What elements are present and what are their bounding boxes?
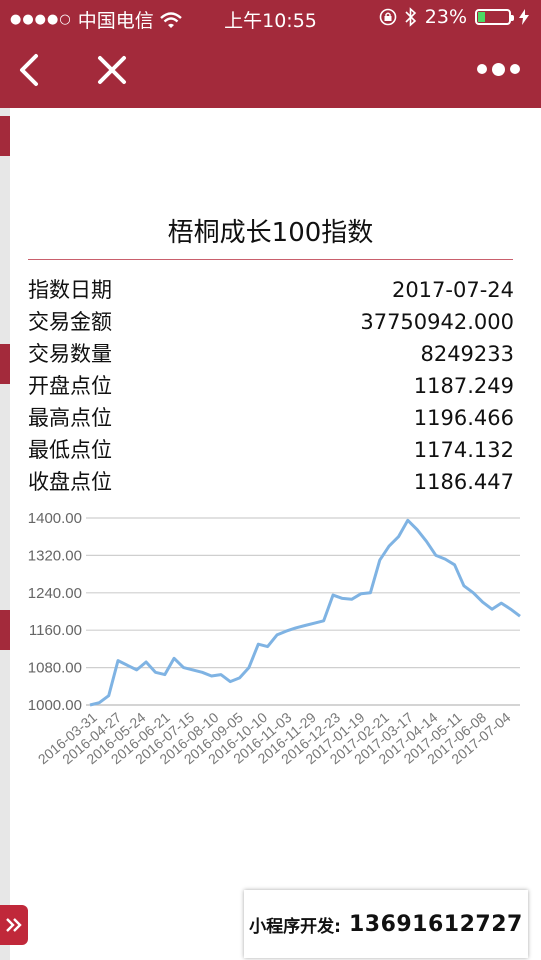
more-icon-dot [492, 62, 505, 76]
y-tick-label: 1000.00 [28, 697, 82, 714]
row-value: 2017-07-24 [391, 278, 514, 302]
more-button[interactable] [477, 54, 525, 84]
info-row-open: 开盘点位 1187.249 [28, 370, 514, 402]
chart-svg: 1000.00 1080.00 1160.00 1240.00 1320.00 1400.… [28, 510, 521, 767]
charging-icon [519, 9, 529, 25]
row-label: 交易金额 [28, 310, 112, 334]
promo-contact-box[interactable]: 小程序开发: 13691612727 [244, 890, 528, 958]
rotation-lock-icon [379, 8, 397, 26]
info-row-volume: 交易数量 8249233 [28, 338, 514, 370]
status-bar: ●●●●○ 中国电信 上午10:55 23% [0, 0, 541, 36]
index-line-chart: 1000.00 1080.00 1160.00 1240.00 1320.00 1400.… [14, 505, 526, 795]
y-tick-label: 1240.00 [28, 585, 82, 602]
row-value: 1196.466 [413, 406, 514, 430]
info-row-low: 最低点位 1174.132 [28, 434, 514, 466]
row-value: 1186.447 [413, 470, 514, 494]
row-label: 最高点位 [28, 406, 112, 430]
left-edge-strip [0, 108, 10, 960]
y-tick-label: 1160.00 [29, 622, 82, 639]
expand-side-button[interactable] [0, 905, 28, 945]
edge-marker [0, 344, 10, 384]
row-value: 37750942.000 [360, 310, 514, 334]
series-line [89, 518, 521, 707]
info-row-amount: 交易金额 37750942.000 [28, 306, 514, 338]
row-value: 8249233 [420, 342, 514, 366]
more-icon-dot [477, 64, 487, 74]
close-icon [98, 56, 126, 84]
nav-bar [0, 36, 541, 108]
back-button[interactable] [14, 48, 54, 92]
y-tick-label: 1320.00 [28, 547, 82, 564]
info-row-close: 收盘点位 1186.447 [28, 466, 514, 498]
promo-label: 小程序开发: [249, 916, 341, 937]
row-label: 开盘点位 [28, 374, 112, 398]
row-value: 1187.249 [413, 374, 514, 398]
info-row-date: 指数日期 2017-07-24 [28, 274, 514, 306]
promo-phone: 13691612727 [348, 911, 523, 937]
title-divider [28, 259, 513, 260]
battery-percent: 23% [424, 6, 467, 28]
bluetooth-icon [405, 7, 416, 27]
page-title: 梧桐成长100指数 [167, 218, 374, 248]
index-info-list: 指数日期 2017-07-24 交易金额 37750942.000 交易数量 8… [28, 274, 514, 498]
y-tick-label: 1080.00 [28, 660, 82, 677]
edge-marker [0, 116, 10, 156]
battery-fill [478, 12, 485, 22]
row-label: 收盘点位 [28, 470, 112, 494]
row-label: 最低点位 [28, 438, 112, 462]
battery-icon [475, 9, 514, 25]
close-button[interactable] [92, 50, 132, 90]
back-icon [20, 54, 38, 86]
double-chevron-right-icon [6, 918, 22, 932]
row-label: 交易数量 [28, 342, 112, 366]
y-tick-label: 1400.00 [28, 510, 82, 527]
status-right: 23% [379, 6, 529, 28]
more-icon-dot [510, 64, 520, 74]
row-label: 指数日期 [28, 278, 112, 302]
row-value: 1174.132 [413, 438, 514, 462]
info-row-high: 最高点位 1196.466 [28, 402, 514, 434]
edge-marker [0, 610, 10, 650]
